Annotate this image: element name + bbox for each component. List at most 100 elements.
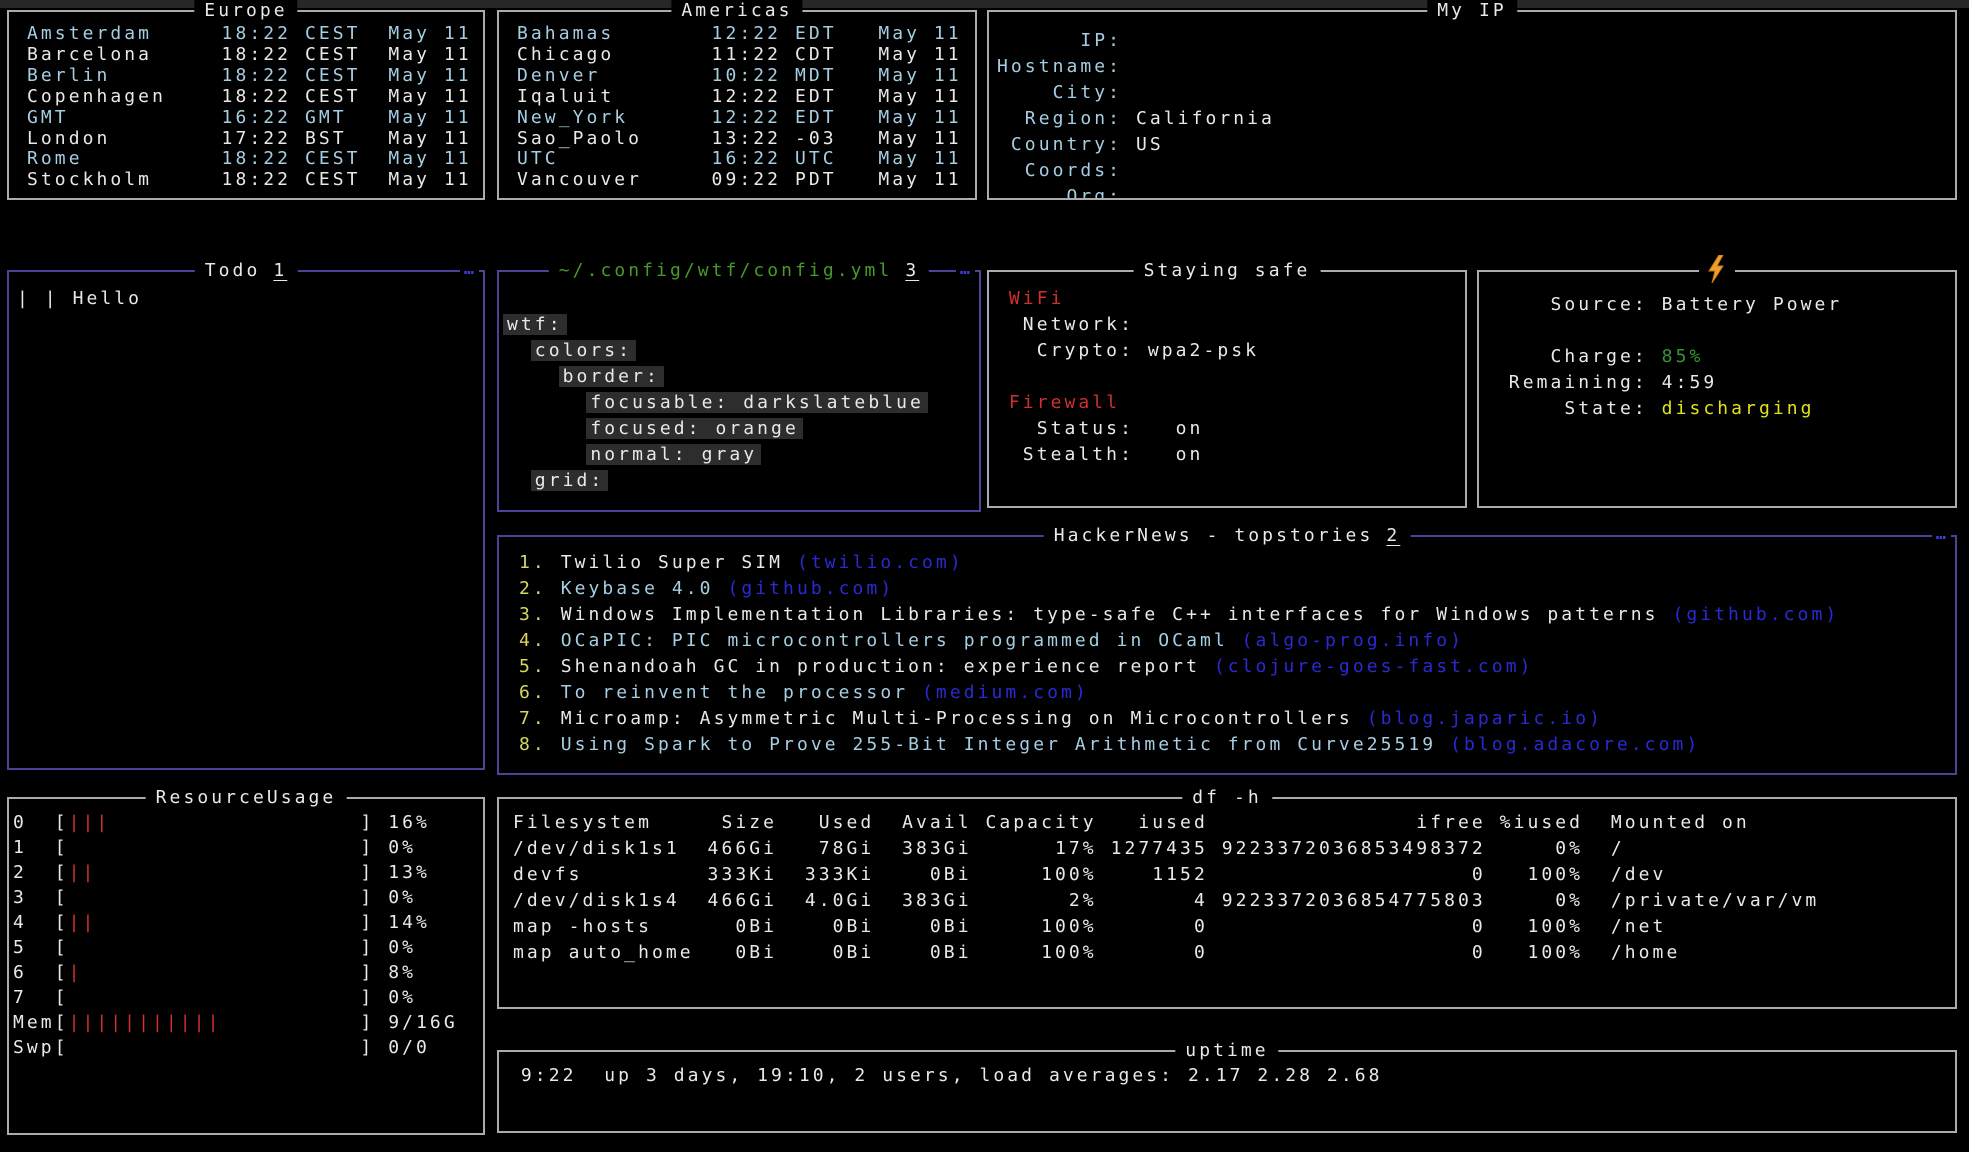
security-line: Stealth: on (995, 442, 1465, 468)
clock-row: Rome 18:22 CEST May 11 (27, 149, 483, 170)
story-item[interactable]: 3. Windows Implementation Libraries: typ… (519, 602, 1955, 628)
df-header-row: Filesystem Size Used Avail Capacity iuse… (513, 810, 1955, 836)
df-row: /dev/disk1s4 466Gi 4.0Gi 383Gi 2% 4 9223… (513, 888, 1955, 914)
uptime-info: 9:22 up 3 days, 19:10, 2 users, load ave… (499, 1052, 1955, 1131)
ip-field-row: IP: (997, 28, 1955, 54)
meter-row: 5 [ ] 0% (13, 935, 483, 960)
americas-clock-list: Bahamas 12:22 EDT May 11Chicago 11:22 CD… (499, 12, 975, 198)
clock-row: Copenhagen 18:22 CEST May 11 (27, 87, 483, 108)
ip-field-label: Region: (997, 108, 1122, 129)
ip-field-value (1122, 30, 1136, 51)
meter-value: ] 0% (69, 837, 416, 858)
clock-row: Vancouver 09:22 PDT May 11 (517, 170, 975, 191)
meter-row: 4 [|| ] 14% (13, 910, 483, 935)
story-item[interactable]: 6. To reinvent the processor (medium.com… (519, 680, 1955, 706)
story-item[interactable]: 8. Using Spark to Prove 255-Bit Integer … (519, 732, 1955, 758)
staying-safe-panel: Staying safe WiFi Network: Crypto: wpa2-… (987, 270, 1467, 508)
clock-row: London 17:22 BST May 11 (27, 129, 483, 150)
story-title: Windows Implementation Libraries: type-s… (561, 604, 1673, 625)
story-domain-link: (github.com) (1672, 604, 1839, 625)
battery-row-label: Source: (1481, 294, 1662, 315)
ip-field-label: IP: (997, 30, 1122, 51)
europe-clock-list: Amsterdam 18:22 CEST May 11Barcelona 18:… (9, 12, 483, 198)
meter-value: ] 0/0 (69, 1037, 430, 1058)
battery-row: Source: Battery Power (1481, 292, 1955, 318)
uptime-panel: uptime 9:22 up 3 days, 19:10, 2 users, l… (497, 1050, 1957, 1133)
security-line: Status: on (995, 416, 1465, 442)
story-item[interactable]: 1. Twilio Super SIM (twilio.com) (519, 550, 1955, 576)
meter-value: ] 9/16G (221, 1012, 457, 1033)
story-item[interactable]: 2. Keybase 4.0 (github.com) (519, 576, 1955, 602)
security-line: WiFi (995, 286, 1465, 312)
df-panel: df -h Filesystem Size Used Avail Capacit… (497, 797, 1957, 1009)
meter-row: Swp[ ] 0/0 (13, 1035, 483, 1060)
config-indent (503, 392, 586, 413)
meter-label: Swp[ (13, 1037, 69, 1058)
story-rank: 7. (519, 708, 561, 729)
story-rank: 5. (519, 656, 561, 677)
europe-clock-panel: Europe Amsterdam 18:22 CEST May 11Barcel… (7, 10, 485, 200)
battery-panel: Source: Battery Power Charge: 85% Remain… (1477, 270, 1957, 508)
battery-row: Charge: 85% (1481, 344, 1955, 370)
staying-safe-info: WiFi Network: Crypto: wpa2-psk Firewall … (989, 272, 1465, 506)
df-table: Filesystem Size Used Avail Capacity iuse… (499, 799, 1955, 1007)
config-code: border: (559, 366, 664, 387)
todo-item[interactable]: | | Hello (17, 286, 483, 312)
config-code: normal: gray (586, 444, 761, 465)
meter-value: ] 8% (83, 962, 417, 983)
security-line (995, 364, 1465, 390)
clock-row: GMT 16:22 GMT May 11 (27, 108, 483, 129)
story-domain-link: (github.com) (727, 578, 894, 599)
config-line: border: (503, 364, 979, 390)
meter-label: 0 [ (13, 812, 69, 833)
meter-row: 2 [|| ] 13% (13, 860, 483, 885)
meter-row: 3 [ ] 0% (13, 885, 483, 910)
story-domain-link: (medium.com) (922, 682, 1089, 703)
meter-value: ] 0% (69, 887, 416, 908)
meter-bars: || (69, 912, 97, 933)
ip-field-value (1122, 56, 1136, 77)
config-code: grid: (531, 470, 609, 491)
story-rank: 4. (519, 630, 561, 651)
story-rank: 6. (519, 682, 561, 703)
config-indent (503, 470, 531, 491)
story-item[interactable]: 5. Shenandoah GC in production: experien… (519, 654, 1955, 680)
clock-row: New_York 12:22 EDT May 11 (517, 108, 975, 129)
config-code: colors: (531, 340, 636, 361)
df-row: devfs 333Ki 333Ki 0Bi 100% 1152 0 100% /… (513, 862, 1955, 888)
security-line: Firewall (995, 390, 1465, 416)
todo-panel: Todo1 … | | Hello (7, 270, 485, 770)
ip-field-row: Hostname: (997, 54, 1955, 80)
story-domain-link: (blog.japaric.io) (1367, 708, 1603, 729)
uptime-text: 9:22 up 3 days, 19:10, 2 users, load ave… (507, 1063, 1955, 1089)
clock-row: Chicago 11:22 CDT May 11 (517, 45, 975, 66)
meter-label: Mem[ (13, 1012, 69, 1033)
todo-list: | | Hello (9, 272, 483, 768)
config-line: grid: (503, 468, 979, 494)
story-item[interactable]: 7. Microamp: Asymmetric Multi-Processing… (519, 706, 1955, 732)
story-rank: 8. (519, 734, 561, 755)
battery-row (1481, 318, 1955, 344)
battery-row: Remaining: 4:59 (1481, 370, 1955, 396)
story-title: Twilio Super SIM (561, 552, 797, 573)
story-item[interactable]: 4. OCaPIC: PIC microcontrollers programm… (519, 628, 1955, 654)
config-line: wtf: (503, 312, 979, 338)
battery-row-value: Battery Power (1662, 294, 1843, 315)
meter-label: 5 [ (13, 937, 69, 958)
battery-row-value: 85% (1662, 346, 1704, 367)
ip-field-label: Hostname: (997, 56, 1122, 77)
meter-row: 6 [| ] 8% (13, 960, 483, 985)
config-file-panel: ~/.config/wtf/config.yml3 … wtf: colors:… (497, 270, 981, 512)
ip-field-row: Org: (997, 184, 1955, 198)
ip-field-value (1122, 82, 1136, 103)
story-title: To reinvent the processor (561, 682, 922, 703)
story-title: OCaPIC: PIC microcontrollers programmed … (561, 630, 1242, 651)
meter-value: ] 16% (110, 812, 430, 833)
df-row: map -hosts 0Bi 0Bi 0Bi 100% 0 0 100% /ne… (513, 914, 1955, 940)
meter-row: Mem[||||||||||| ] 9/16G (13, 1010, 483, 1035)
meter-bars: ||| (69, 812, 111, 833)
clock-row: Barcelona 18:22 CEST May 11 (27, 45, 483, 66)
story-title: Shenandoah GC in production: experience … (561, 656, 1214, 677)
battery-row-label: Remaining: (1481, 372, 1662, 393)
ip-field-value (1122, 186, 1136, 198)
